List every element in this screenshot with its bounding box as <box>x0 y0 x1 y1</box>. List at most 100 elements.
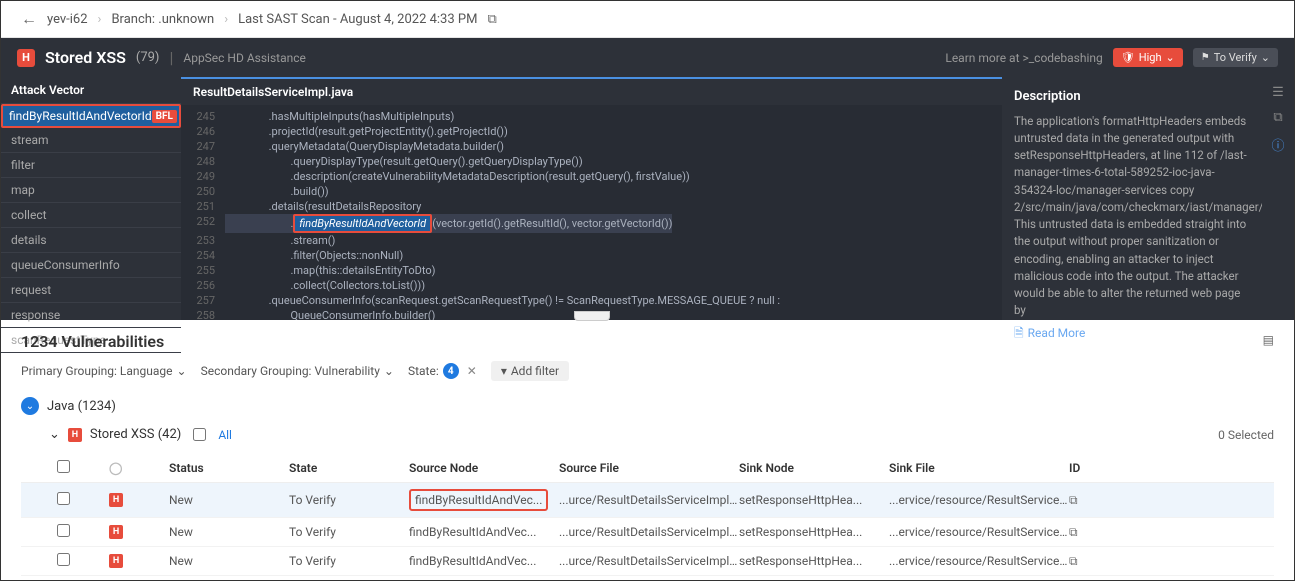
code-line[interactable]: 248 .queryDisplayType(result.getQuery().… <box>181 154 1002 169</box>
severity-shield-icon: H <box>109 554 123 568</box>
attack-vector-item[interactable]: collect <box>1 203 181 228</box>
select-all-checkbox[interactable] <box>193 428 206 441</box>
state-filter[interactable]: State: 4 <box>408 363 459 379</box>
copy-icon[interactable]: ⧉ <box>487 12 496 27</box>
secondary-grouping-dropdown[interactable]: Secondary Grouping: Vulnerability ⌄ <box>201 364 394 378</box>
group-label: Java (1234) <box>47 399 116 414</box>
learn-more-link[interactable]: Learn more at >_codebashing <box>945 51 1102 65</box>
attack-vector-item[interactable]: queueConsumerInfo <box>1 253 181 278</box>
attack-vector-item[interactable]: map <box>1 178 181 203</box>
breadcrumb-scan[interactable]: Last SAST Scan - August 4, 2022 4:33 PM <box>238 12 477 27</box>
expand-icon[interactable]: ⌄ <box>49 427 60 442</box>
attack-vector-item[interactable]: stream <box>1 128 181 153</box>
chevron-down-icon: ⌄ <box>177 364 187 378</box>
code-line[interactable]: 253 .stream() <box>181 233 1002 248</box>
copy-id-icon[interactable]: ⧉ <box>1069 493 1109 508</box>
code-content[interactable]: 245 .hasMultipleInputs(hasMultipleInputs… <box>181 105 1002 320</box>
attack-vector-item[interactable]: details <box>1 228 181 253</box>
cell-sink-node: setResponseHttpHea... <box>739 493 889 507</box>
row-checkbox[interactable] <box>57 524 70 537</box>
back-arrow-icon[interactable]: ← <box>21 9 37 29</box>
severity-dropdown[interactable]: 🛡 High ⌄ <box>1113 48 1183 67</box>
code-line[interactable]: 249 .description(createVulnerabilityMeta… <box>181 169 1002 184</box>
attack-vector-item[interactable]: request <box>1 278 181 303</box>
expand-icon[interactable]: ⌄ <box>21 397 39 415</box>
code-line[interactable]: 252 .findByResultIdAndVectorId(vector.ge… <box>181 214 1002 233</box>
cell-status: New <box>169 525 289 539</box>
attack-vector-item[interactable]: findByResultIdAndVectorIdBFL <box>1 104 181 128</box>
code-line[interactable]: 247 .queryMetadata(QueryDisplayMetadata.… <box>181 139 1002 154</box>
cell-status: New <box>169 493 289 507</box>
breadcrumb-sep: › <box>224 12 228 27</box>
side-toolbar: ☰ ⧉ ⓘ <box>1262 77 1294 320</box>
cell-sink-node: setResponseHttpHea... <box>739 525 889 539</box>
state-label: To Verify <box>1214 51 1257 64</box>
code-line[interactable]: 250 .build()) <box>181 184 1002 199</box>
severity-label: High <box>1139 51 1162 64</box>
header-sink-node[interactable]: Sink Node <box>739 461 889 475</box>
cell-sink-file: ...ervice/resource/ResultService.java <box>889 554 1069 568</box>
table-row[interactable]: HNewTo VerifyfindByResultIdAndVec......u… <box>21 518 1274 547</box>
chevron-down-icon: ⌄ <box>384 364 394 378</box>
all-link[interactable]: All <box>218 428 232 442</box>
assist-label[interactable]: AppSec HD Assistance <box>183 51 306 65</box>
tool-icon-1[interactable]: ☰ <box>1272 85 1284 100</box>
primary-grouping-dropdown[interactable]: Primary Grouping: Language ⌄ <box>21 364 187 378</box>
filter-icon: ▾ <box>501 364 507 378</box>
header-severity[interactable]: ◯ <box>109 461 169 475</box>
group-row-language[interactable]: ⌄ Java (1234) <box>21 391 1274 421</box>
highlighted-call: findByResultIdAndVectorId <box>293 214 432 233</box>
cell-source-file: ...urce/ResultDetailsServiceImpl.java <box>559 493 739 507</box>
header-sink-file[interactable]: Sink File <box>889 461 1069 475</box>
header-state[interactable]: State <box>289 461 409 475</box>
attack-vector-item[interactable]: filter <box>1 153 181 178</box>
table-row[interactable]: HNewTo VerifyfindByResultIdAndVec......u… <box>21 483 1274 518</box>
cell-source-node: findByResultIdAndVec... <box>409 554 559 568</box>
severity-shield-icon: H <box>68 428 82 442</box>
cell-status: New <box>169 554 289 568</box>
resize-handle[interactable] <box>574 311 610 321</box>
attack-vector-item[interactable]: response <box>1 303 181 328</box>
copy-id-icon[interactable]: ⧉ <box>1069 525 1109 540</box>
breadcrumb-project[interactable]: yev-i62 <box>47 12 88 27</box>
header-checkbox[interactable] <box>57 460 70 473</box>
detail-body: Attack Vector findByResultIdAndVectorIdB… <box>1 77 1294 320</box>
code-line[interactable]: 251 .details(resultDetailsRepository <box>181 199 1002 214</box>
copy-icon[interactable]: ⧉ <box>1273 110 1282 125</box>
breadcrumb-branch[interactable]: Branch: .unknown <box>111 12 214 27</box>
header-source-node[interactable]: Source Node <box>409 461 559 475</box>
code-line[interactable]: 246 .projectId(result.getProjectEntity()… <box>181 124 1002 139</box>
copy-id-icon[interactable]: ⧉ <box>1069 554 1109 569</box>
breadcrumb-sep: › <box>98 12 102 27</box>
clear-state-filter-icon[interactable]: ✕ <box>467 364 477 378</box>
vulnerabilities-section: 1234 Vulnerabilities Primary Grouping: L… <box>1 320 1294 588</box>
row-checkbox[interactable] <box>57 553 70 566</box>
code-line[interactable]: 256 .collect(Collectors.toList())) <box>181 278 1002 293</box>
subgroup-label: Stored XSS (42) <box>90 427 181 442</box>
attack-vector-column: Attack Vector findByResultIdAndVectorIdB… <box>1 77 181 320</box>
secondary-grouping-label: Secondary Grouping: Vulnerability <box>201 364 380 378</box>
info-icon[interactable]: ⓘ <box>1271 135 1284 154</box>
row-checkbox[interactable] <box>57 492 70 505</box>
columns-icon[interactable]: ▤ <box>1263 333 1274 347</box>
table-row[interactable]: HNewTo VerifyfindByResultIdAndVec......u… <box>21 547 1274 576</box>
read-more-link[interactable]: 🗎 Read More <box>1014 324 1250 342</box>
flag-icon: ⚑ <box>1201 52 1210 63</box>
header-status[interactable]: Status <box>169 461 289 475</box>
description-column: Description The application's formatHttp… <box>1002 77 1262 320</box>
header-id[interactable]: ID <box>1069 461 1109 475</box>
header-source-file[interactable]: Source File <box>559 461 739 475</box>
group-row-vulnerability[interactable]: ⌄ H Stored XSS (42) All 0 Selected <box>21 421 1274 448</box>
finding-title: Stored XSS <box>45 48 126 67</box>
description-body: The application's formatHttpHeaders embe… <box>1014 113 1250 320</box>
bfl-badge: BFL <box>152 110 177 123</box>
breadcrumb: ← yev-i62 › Branch: .unknown › Last SAST… <box>1 1 1294 38</box>
code-line[interactable]: 245 .hasMultipleInputs(hasMultipleInputs… <box>181 109 1002 124</box>
state-filter-count: 4 <box>443 363 459 379</box>
code-line[interactable]: 255 .map(this::detailsEntityToDto) <box>181 263 1002 278</box>
add-filter-button[interactable]: ▾ Add filter <box>491 361 569 381</box>
state-dropdown[interactable]: ⚑ To Verify ⌄ <box>1193 48 1278 67</box>
code-line[interactable]: 257 .queueConsumerInfo(scanRequest.getSc… <box>181 293 1002 308</box>
code-line[interactable]: 254 .filter(Objects::nonNull) <box>181 248 1002 263</box>
detail-panel: H Stored XSS (79) | AppSec HD Assistance… <box>1 38 1294 320</box>
